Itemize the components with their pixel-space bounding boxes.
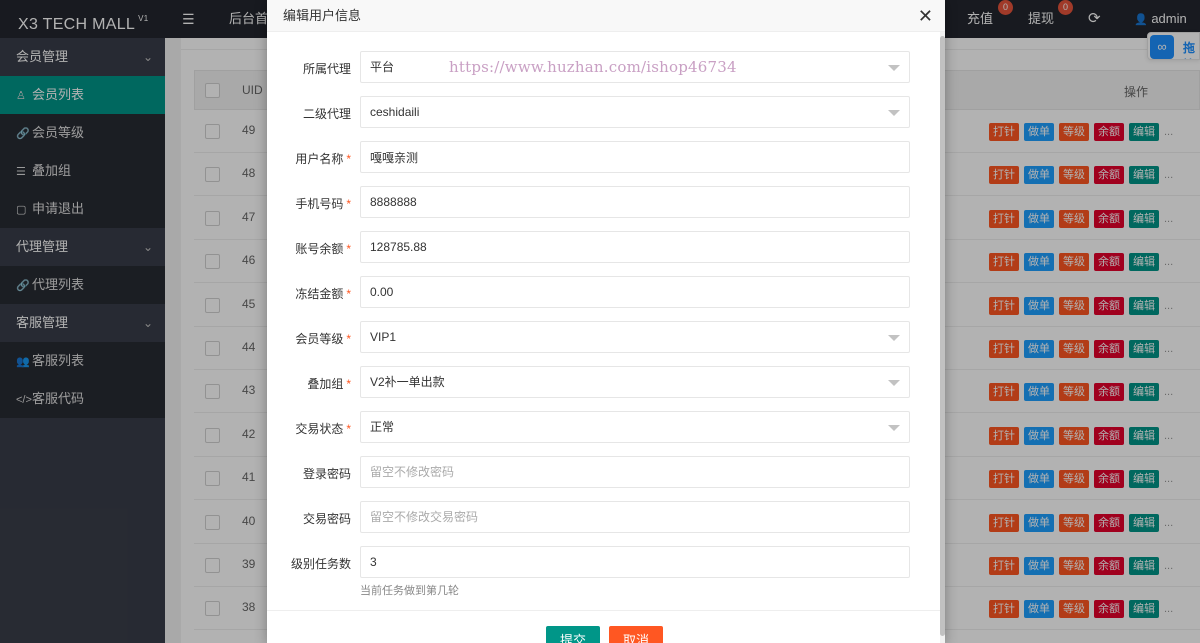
field-label: 二级代理 (267, 105, 351, 122)
required-marker: * (346, 332, 351, 346)
field-label: 登录密码 (267, 465, 351, 482)
field-label-text: 交易状态 (295, 422, 344, 436)
field-label-text: 账号余额 (295, 242, 344, 256)
field-label-text: 会员等级 (295, 332, 344, 346)
agent-select[interactable]: 平台 (360, 51, 910, 83)
field-label: 账号余额 * (267, 240, 351, 257)
field-label: 冻结金额 * (267, 285, 351, 302)
select-value: ceshidaili (370, 105, 420, 119)
required-marker: * (346, 287, 351, 301)
edit-user-dialog: 编辑用户信息 ✕ 所属代理平台二级代理ceshidaili用户名称*手机号码*账… (267, 0, 945, 643)
frozen-amount-field[interactable] (360, 276, 910, 308)
login-password-field[interactable] (360, 456, 910, 488)
dialog-title: 编辑用户信息 (267, 0, 945, 32)
trade-password-field[interactable] (360, 501, 910, 533)
submit-button[interactable]: 提交 (546, 626, 601, 643)
phone-field[interactable] (360, 186, 910, 218)
select-value: V2补一单出款 (370, 375, 445, 389)
dialog-divider (267, 610, 940, 611)
field-label: 用户名称 * (267, 150, 351, 167)
username-field[interactable] (360, 141, 910, 173)
field-label: 手机号码 * (267, 195, 351, 212)
close-icon[interactable]: ✕ (918, 0, 933, 32)
required-marker: * (346, 377, 351, 391)
sub-agent-select[interactable]: ceshidaili (360, 96, 910, 128)
field-label-text: 所属代理 (302, 62, 351, 76)
field-label: 交易状态 * (267, 420, 351, 437)
required-marker: * (346, 197, 351, 211)
field-label-text: 登录密码 (302, 467, 351, 481)
field-label-text: 二级代理 (302, 107, 351, 121)
balance-field[interactable] (360, 231, 910, 263)
cancel-button[interactable]: 取消 (609, 626, 664, 643)
field-label-text: 冻结金额 (295, 287, 344, 301)
stack-group-select[interactable]: V2补一单出款 (360, 366, 910, 398)
field-label-text: 交易密码 (302, 512, 351, 526)
trade-status-select[interactable]: 正常 (360, 411, 910, 443)
caret-down-icon (888, 110, 900, 116)
field-label: 会员等级 * (267, 330, 351, 347)
required-marker: * (346, 152, 351, 166)
caret-down-icon (888, 380, 900, 386)
member-level-select[interactable]: VIP1 (360, 321, 910, 353)
field-label-text: 用户名称 (295, 152, 344, 166)
caret-down-icon (888, 425, 900, 431)
select-value: VIP1 (370, 330, 397, 344)
field-label: 叠加组 * (267, 375, 351, 392)
dialog-scrollbar[interactable] (940, 32, 945, 643)
field-label: 交易密码 (267, 510, 351, 527)
field-label: 所属代理 (267, 60, 351, 77)
select-value: 平台 (370, 60, 395, 74)
field-label-text: 叠加组 (307, 377, 344, 391)
select-value: 正常 (370, 420, 395, 434)
form-help-text: 当前任务做到第几轮 (360, 585, 459, 597)
field-label: 级别任务数 (267, 555, 351, 572)
caret-down-icon (888, 335, 900, 341)
required-marker: * (346, 242, 351, 256)
field-label-text: 手机号码 (295, 197, 344, 211)
scrollbar-thumb[interactable] (940, 36, 945, 636)
required-marker: * (346, 422, 351, 436)
caret-down-icon (888, 65, 900, 71)
task-level-field[interactable] (360, 546, 910, 578)
field-label-text: 级别任务数 (290, 557, 351, 571)
